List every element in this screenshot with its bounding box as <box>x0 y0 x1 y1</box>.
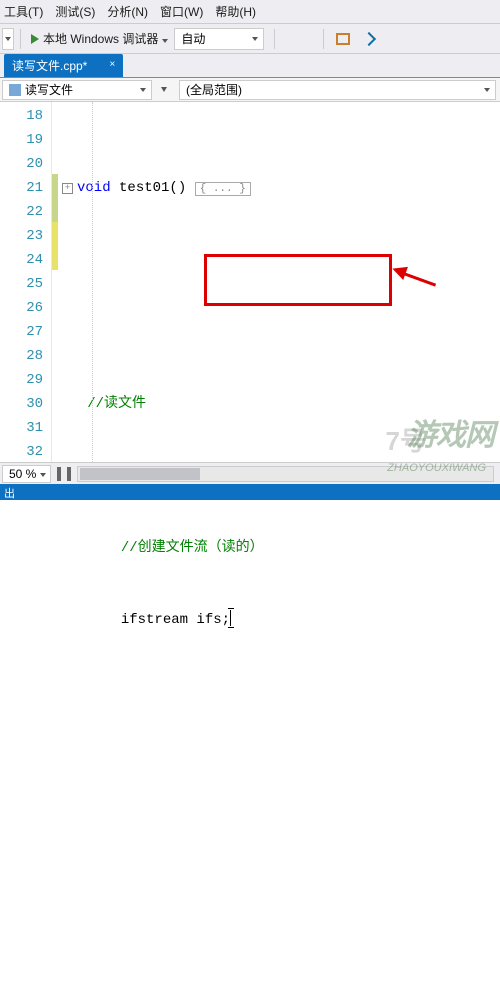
code-line: +void test01() { ... } <box>58 176 500 200</box>
line-number-gutter: 181920 212223 242526 272829 303132 <box>0 102 52 482</box>
menu-test[interactable]: 测试(S) <box>55 3 95 20</box>
project-icon <box>9 84 21 96</box>
box-icon <box>336 33 350 45</box>
text-cursor <box>230 610 231 626</box>
horizontal-scrollbar[interactable] <box>77 466 494 482</box>
menu-help[interactable]: 帮助(H) <box>215 3 256 20</box>
code-line: ifstream ifs; <box>58 608 500 632</box>
code-line <box>58 752 500 776</box>
toolbar-button-nav[interactable] <box>358 28 380 50</box>
scope-dropdown[interactable] <box>154 80 174 100</box>
toolbar: 本地 Windows 调试器 自动 <box>0 24 500 54</box>
code-line: //创建文件流（读的） <box>58 536 500 560</box>
code-line <box>58 896 500 920</box>
editor-footer: 50 % <box>0 462 500 484</box>
tab-title: 读写文件.cpp* <box>12 57 87 74</box>
split-icon[interactable] <box>57 467 71 481</box>
toolbar-button-1[interactable] <box>293 28 315 50</box>
code-line <box>58 824 500 848</box>
status-bar: 出 <box>0 484 500 500</box>
code-line <box>58 968 500 992</box>
zoom-combo[interactable]: 50 % <box>2 465 51 483</box>
expand-icon[interactable]: + <box>62 183 73 194</box>
annotation-highlight-box <box>204 254 392 306</box>
separator <box>323 29 324 49</box>
document-tab-bar: 读写文件.cpp* × <box>0 54 500 78</box>
menu-window[interactable]: 窗口(W) <box>160 3 203 20</box>
code-editor[interactable]: 181920 212223 242526 272829 303132 +void… <box>0 102 500 482</box>
close-icon[interactable]: × <box>109 60 115 71</box>
separator <box>274 29 275 49</box>
menu-bar: 工具(T) 测试(S) 分析(N) 窗口(W) 帮助(H) <box>0 0 500 24</box>
menu-tools[interactable]: 工具(T) <box>4 3 43 20</box>
play-icon[interactable] <box>31 34 39 44</box>
toolbar-dropdown[interactable] <box>2 28 14 50</box>
separator <box>20 29 21 49</box>
menu-analyze[interactable]: 分析(N) <box>107 3 148 20</box>
file-tab-active[interactable]: 读写文件.cpp* × <box>4 54 123 77</box>
code-line <box>58 680 500 704</box>
code-area[interactable]: +void test01() { ... } //读文件 −void test0… <box>58 102 500 482</box>
project-scope-combo[interactable]: 读写文件 <box>2 80 152 100</box>
output-panel-label[interactable]: 出 <box>4 488 15 500</box>
global-scope-combo[interactable]: (全局范围) <box>179 80 496 100</box>
code-line: //读文件 <box>58 392 500 416</box>
folded-region[interactable]: { ... } <box>195 182 251 196</box>
toolbar-button-box[interactable] <box>332 28 354 50</box>
debug-target-combo[interactable]: 本地 Windows 调试器 <box>43 30 168 47</box>
pin-icon[interactable] <box>93 61 103 71</box>
arrow-icon <box>362 31 376 45</box>
navigation-bar: 读写文件 (全局范围) <box>0 78 500 102</box>
config-combo[interactable]: 自动 <box>174 28 264 50</box>
code-line <box>58 320 500 344</box>
